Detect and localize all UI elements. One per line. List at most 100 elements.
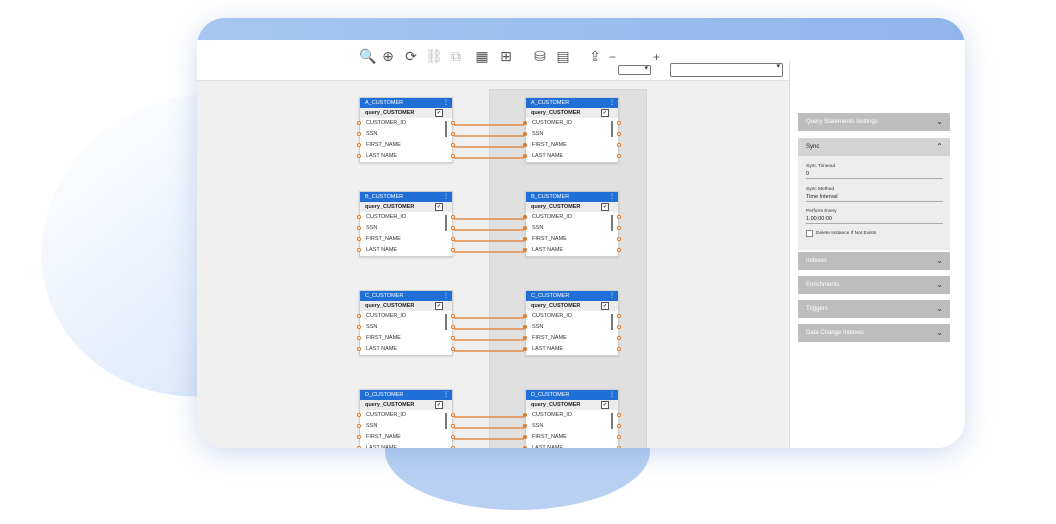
field-row[interactable]: SSN bbox=[357, 129, 455, 140]
field-row[interactable]: LAST NAME bbox=[523, 245, 621, 256]
model-select[interactable] bbox=[670, 62, 783, 77]
export-icon[interactable]: ⇪ bbox=[586, 48, 604, 66]
zoom-in-button[interactable]: + bbox=[653, 48, 660, 66]
field-row[interactable]: LAST NAME bbox=[357, 443, 455, 448]
input-port[interactable] bbox=[523, 435, 527, 439]
output-port[interactable] bbox=[617, 314, 621, 318]
input-port[interactable] bbox=[357, 424, 361, 428]
table-header[interactable]: A_CUSTOMER ⋮ bbox=[526, 98, 618, 108]
field-row[interactable]: CUSTOMER_ID bbox=[357, 118, 455, 129]
field-row[interactable]: SSN bbox=[523, 129, 621, 140]
input-port[interactable] bbox=[523, 143, 527, 147]
output-port[interactable] bbox=[617, 347, 621, 351]
scrollbar[interactable] bbox=[445, 215, 447, 231]
output-port[interactable] bbox=[617, 424, 621, 428]
field-row[interactable]: CUSTOMER_ID bbox=[523, 410, 621, 421]
output-port[interactable] bbox=[451, 314, 455, 318]
field-row[interactable]: FIRST_NAME bbox=[523, 432, 621, 443]
input-port[interactable] bbox=[523, 325, 527, 329]
table-header[interactable]: B_CUSTOMER ⋮ bbox=[526, 192, 618, 202]
field-row[interactable]: CUSTOMER_ID bbox=[523, 212, 621, 223]
input-port[interactable] bbox=[523, 336, 527, 340]
perform-every-field[interactable]: 1.00:00:00 bbox=[806, 216, 943, 224]
output-port[interactable] bbox=[451, 446, 455, 448]
input-port[interactable] bbox=[523, 121, 527, 125]
output-port[interactable] bbox=[617, 446, 621, 448]
output-port[interactable] bbox=[451, 424, 455, 428]
field-row[interactable]: CUSTOMER_ID bbox=[523, 311, 621, 322]
input-port[interactable] bbox=[523, 314, 527, 318]
scrollbar[interactable] bbox=[445, 314, 447, 330]
field-row[interactable]: SSN bbox=[357, 421, 455, 432]
output-port[interactable] bbox=[617, 325, 621, 329]
zoom-in-icon[interactable]: 🔍 bbox=[359, 48, 377, 66]
query-checkbox[interactable]: ✓ bbox=[601, 401, 609, 409]
more-menu-icon[interactable]: ⋮ bbox=[443, 192, 449, 202]
scrollbar[interactable] bbox=[611, 413, 613, 429]
output-port[interactable] bbox=[617, 132, 621, 136]
field-row[interactable]: FIRST_NAME bbox=[357, 140, 455, 151]
input-port[interactable] bbox=[357, 325, 361, 329]
target-table[interactable]: A_CUSTOMER ⋮ query_CUSTOMER ✓ CUSTOMER_ID SSN… bbox=[523, 97, 621, 163]
input-port[interactable] bbox=[523, 154, 527, 158]
input-port[interactable] bbox=[357, 237, 361, 241]
output-port[interactable] bbox=[617, 237, 621, 241]
table-header[interactable]: A_CUSTOMER ⋮ bbox=[360, 98, 452, 108]
output-port[interactable] bbox=[617, 435, 621, 439]
table-header[interactable]: C_CUSTOMER ⋮ bbox=[360, 291, 452, 301]
input-port[interactable] bbox=[357, 413, 361, 417]
diagram-canvas[interactable]: A_CUSTOMER ⋮ query_CUSTOMER ✓ CUSTOMER_ID SSN… bbox=[197, 81, 789, 448]
output-port[interactable] bbox=[451, 121, 455, 125]
input-port[interactable] bbox=[523, 132, 527, 136]
output-port[interactable] bbox=[617, 154, 621, 158]
output-port[interactable] bbox=[451, 248, 455, 252]
target-table[interactable]: C_CUSTOMER ⋮ query_CUSTOMER ✓ CUSTOMER_ID SSN… bbox=[523, 290, 621, 356]
output-port[interactable] bbox=[617, 336, 621, 340]
zoom-select[interactable] bbox=[618, 64, 651, 75]
field-row[interactable]: LAST NAME bbox=[523, 151, 621, 162]
section-query-statements-settings[interactable]: Query Statements Settings ⌄ bbox=[798, 113, 950, 131]
section-enrichments[interactable]: Enrichments ⌄ bbox=[798, 276, 950, 294]
output-port[interactable] bbox=[451, 347, 455, 351]
table-header[interactable]: D_CUSTOMER ⋮ bbox=[360, 390, 452, 400]
field-row[interactable]: CUSTOMER_ID bbox=[357, 410, 455, 421]
field-row[interactable]: FIRST_NAME bbox=[523, 333, 621, 344]
more-menu-icon[interactable]: ⋮ bbox=[609, 98, 615, 108]
table-header[interactable]: B_CUSTOMER ⋮ bbox=[360, 192, 452, 202]
field-row[interactable]: FIRST_NAME bbox=[523, 140, 621, 151]
output-port[interactable] bbox=[617, 143, 621, 147]
field-row[interactable]: LAST NAME bbox=[357, 245, 455, 256]
input-port[interactable] bbox=[523, 237, 527, 241]
input-port[interactable] bbox=[357, 215, 361, 219]
scrollbar[interactable] bbox=[611, 121, 613, 137]
field-row[interactable]: LAST NAME bbox=[523, 344, 621, 355]
source-table[interactable]: C_CUSTOMER ⋮ query_CUSTOMER ✓ CUSTOMER_ID SSN… bbox=[357, 290, 455, 356]
add-icon[interactable]: ⊕ bbox=[379, 48, 397, 66]
field-row[interactable]: CUSTOMER_ID bbox=[523, 118, 621, 129]
field-row[interactable]: LAST NAME bbox=[523, 443, 621, 448]
query-checkbox[interactable]: ✓ bbox=[435, 109, 443, 117]
output-port[interactable] bbox=[451, 132, 455, 136]
field-row[interactable]: FIRST_NAME bbox=[523, 234, 621, 245]
more-menu-icon[interactable]: ⋮ bbox=[443, 291, 449, 301]
query-checkbox[interactable]: ✓ bbox=[601, 203, 609, 211]
output-port[interactable] bbox=[617, 413, 621, 417]
target-table[interactable]: B_CUSTOMER ⋮ query_CUSTOMER ✓ CUSTOMER_ID SSN… bbox=[523, 191, 621, 257]
input-port[interactable] bbox=[357, 435, 361, 439]
section-sync[interactable]: Sync ⌃ bbox=[798, 138, 950, 156]
field-row[interactable]: SSN bbox=[523, 223, 621, 234]
source-table[interactable]: D_CUSTOMER ⋮ query_CUSTOMER ✓ CUSTOMER_ID SSN… bbox=[357, 389, 455, 448]
query-checkbox[interactable]: ✓ bbox=[435, 203, 443, 211]
more-menu-icon[interactable]: ⋮ bbox=[609, 390, 615, 400]
more-menu-icon[interactable]: ⋮ bbox=[443, 98, 449, 108]
more-menu-icon[interactable]: ⋮ bbox=[609, 291, 615, 301]
input-port[interactable] bbox=[357, 143, 361, 147]
output-port[interactable] bbox=[451, 336, 455, 340]
field-row[interactable]: SSN bbox=[357, 223, 455, 234]
field-row[interactable]: LAST NAME bbox=[357, 151, 455, 162]
output-port[interactable] bbox=[451, 226, 455, 230]
grid-icon[interactable]: ⊞ bbox=[497, 48, 515, 66]
output-port[interactable] bbox=[451, 435, 455, 439]
scrollbar[interactable] bbox=[611, 215, 613, 231]
scrollbar[interactable] bbox=[611, 314, 613, 330]
